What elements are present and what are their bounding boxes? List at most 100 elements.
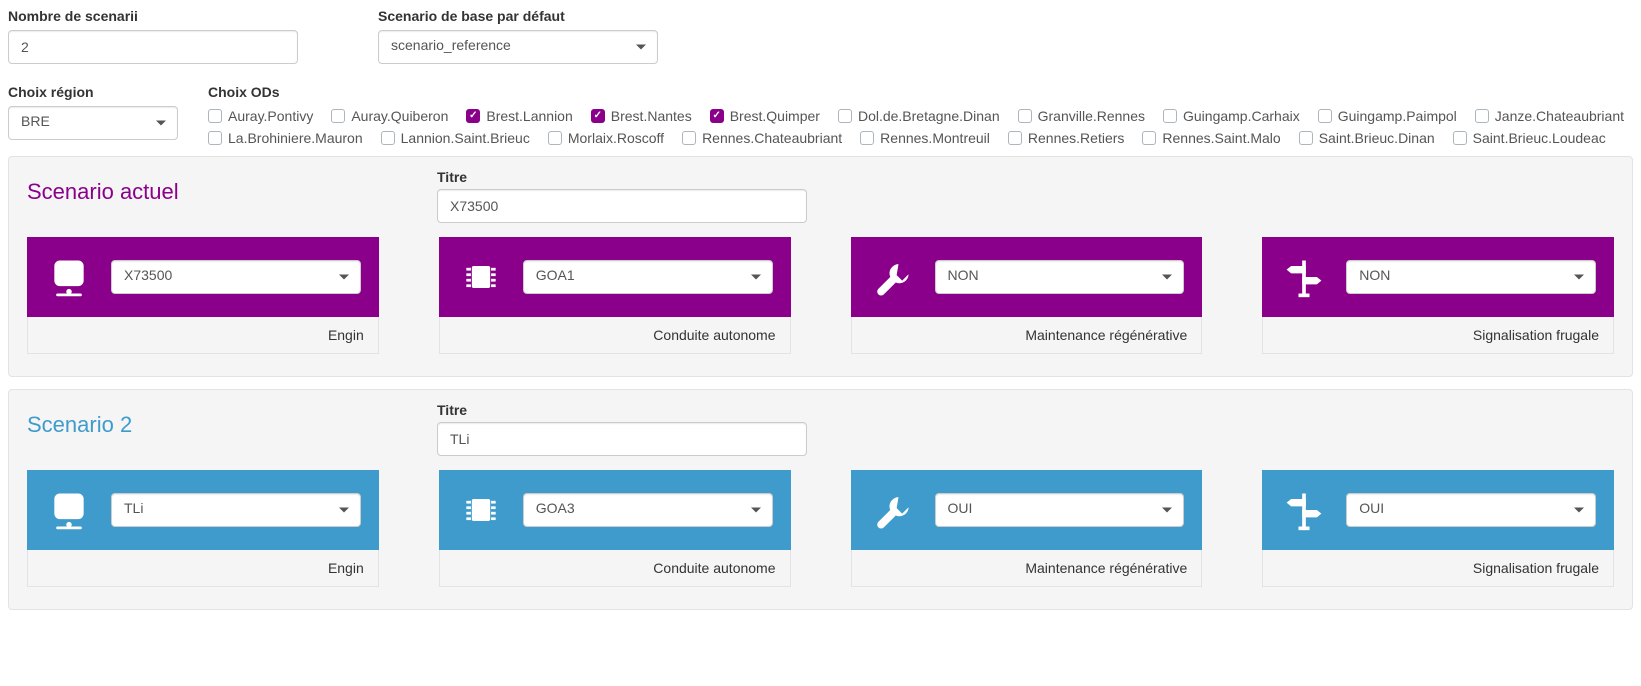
card-select[interactable]: TLi (111, 493, 361, 527)
checkbox-icon (682, 131, 696, 145)
scenario-card: GOA3 Conduite autonome (439, 470, 791, 587)
region-value: BRE (8, 106, 178, 140)
card-select[interactable]: NON (1346, 260, 1596, 294)
card-header: NON (851, 237, 1203, 317)
od-checkbox-item[interactable]: La.Brohiniere.Mauron (208, 130, 363, 146)
signpost-icon (1280, 253, 1328, 301)
scenario-card: OUIMaintenance régénérative (851, 470, 1203, 587)
nombre-scenarii-group: Nombre de scenarii (8, 8, 298, 64)
od-checkbox-item[interactable]: Rennes.Chateaubriant (682, 130, 842, 146)
checkbox-icon (860, 131, 874, 145)
checkbox-icon (208, 109, 222, 123)
checkbox-icon (1018, 109, 1032, 123)
card-footer: Conduite autonome (439, 550, 791, 587)
nombre-scenarii-input[interactable] (8, 30, 298, 64)
card-footer: Signalisation frugale (1262, 550, 1614, 587)
od-label: Brest.Quimper (730, 108, 820, 124)
card-header: OUI (851, 470, 1203, 550)
chip-icon (457, 253, 505, 301)
od-label: Guingamp.Carhaix (1183, 108, 1300, 124)
card-select-value: NON (1346, 260, 1596, 294)
card-select-value: OUI (935, 493, 1185, 527)
card-header: GOA1 (439, 237, 791, 317)
od-checkbox-item[interactable]: Lannion.Saint.Brieuc (381, 130, 530, 146)
od-checkbox-item[interactable]: Rennes.Retiers (1008, 130, 1125, 146)
od-checkbox-item[interactable]: Dol.de.Bretagne.Dinan (838, 108, 1000, 124)
od-checkbox-item[interactable]: Rennes.Saint.Malo (1142, 130, 1280, 146)
card-select-value: TLi (111, 493, 361, 527)
od-checkbox-item[interactable]: Morlaix.Roscoff (548, 130, 664, 146)
titre-input[interactable] (437, 422, 807, 456)
card-select[interactable]: NON (935, 260, 1185, 294)
card-select[interactable]: OUI (1346, 493, 1596, 527)
default-scenario-value: scenario_reference (378, 30, 658, 64)
checkbox-icon (1475, 109, 1489, 123)
checkbox-icon (1008, 131, 1022, 145)
scenario-card: NON Signalisation frugale (1262, 237, 1614, 354)
od-label: Auray.Pontivy (228, 108, 313, 124)
card-select-value: GOA1 (523, 260, 773, 294)
nombre-scenarii-label: Nombre de scenarii (8, 8, 298, 24)
chip-icon (457, 486, 505, 534)
card-footer: Signalisation frugale (1262, 317, 1614, 354)
checkbox-icon (1163, 109, 1177, 123)
card-select[interactable]: OUI (935, 493, 1185, 527)
card-select[interactable]: GOA1 (523, 260, 773, 294)
region-select[interactable]: BRE (8, 106, 178, 140)
card-select-value: X73500 (111, 260, 361, 294)
card-select[interactable]: X73500 (111, 260, 361, 294)
scenario-card: X73500 Engin (27, 237, 379, 354)
signpost-icon (1280, 486, 1328, 534)
checkbox-icon (208, 131, 222, 145)
od-label: Janze.Chateaubriant (1495, 108, 1624, 124)
scenario-card: NON Maintenance régénérative (851, 237, 1203, 354)
od-label: Rennes.Saint.Malo (1162, 130, 1280, 146)
od-label: Lannion.Saint.Brieuc (401, 130, 530, 146)
card-select-value: OUI (1346, 493, 1596, 527)
checkbox-icon (1299, 131, 1313, 145)
checkbox-icon (838, 109, 852, 123)
od-checkbox-item[interactable]: Saint.Brieuc.Dinan (1299, 130, 1435, 146)
od-checkbox-item[interactable]: Auray.Pontivy (208, 108, 313, 124)
od-checkbox-item[interactable]: Granville.Rennes (1018, 108, 1145, 124)
ods-group: Choix ODs Auray.PontivyAuray.QuiberonBre… (208, 84, 1633, 146)
checkbox-icon (1142, 131, 1156, 145)
od-checkbox-item[interactable]: Guingamp.Carhaix (1163, 108, 1300, 124)
titre-label: Titre (437, 402, 807, 418)
checkbox-icon (1318, 109, 1332, 123)
od-label: Rennes.Chateaubriant (702, 130, 842, 146)
od-checkbox-item[interactable]: Brest.Quimper (710, 108, 820, 124)
od-label: Morlaix.Roscoff (568, 130, 664, 146)
od-checkbox-item[interactable]: Guingamp.Paimpol (1318, 108, 1457, 124)
od-label: La.Brohiniere.Mauron (228, 130, 363, 146)
od-label: Saint.Brieuc.Dinan (1319, 130, 1435, 146)
wrench-icon (869, 486, 917, 534)
od-checkbox-item[interactable]: Auray.Quiberon (331, 108, 448, 124)
scenario-card: GOA1 Conduite autonome (439, 237, 791, 354)
od-checkbox-item[interactable]: Brest.Nantes (591, 108, 692, 124)
scenario-panel: Scenario actuelTitreX73500EnginGOA1Condu… (8, 156, 1633, 377)
scenario-panel: Scenario 2TitreTLiEnginGOA3Conduite auto… (8, 389, 1633, 610)
titre-input[interactable] (437, 189, 807, 223)
od-checkbox-item[interactable]: Saint.Brieuc.Loudeac (1453, 130, 1606, 146)
train-icon (45, 486, 93, 534)
default-scenario-select[interactable]: scenario_reference (378, 30, 658, 64)
cards-row: TLiEnginGOA3Conduite autonomeOUIMaintena… (27, 470, 1614, 587)
card-header: GOA3 (439, 470, 791, 550)
checkbox-icon (591, 109, 605, 123)
od-checkbox-item[interactable]: Janze.Chateaubriant (1475, 108, 1624, 124)
od-label: Guingamp.Paimpol (1338, 108, 1457, 124)
card-select-value: NON (935, 260, 1185, 294)
card-footer: Conduite autonome (439, 317, 791, 354)
titre-label: Titre (437, 169, 807, 185)
cards-row: X73500 Engin GOA1 Conduite autonome NON Maint… (27, 237, 1614, 354)
card-footer: Maintenance régénérative (851, 317, 1203, 354)
od-checkbox-item[interactable]: Rennes.Montreuil (860, 130, 990, 146)
card-select[interactable]: GOA3 (523, 493, 773, 527)
ods-list: Auray.Pontivy Auray.Quiberon Brest.Lannion… (208, 106, 1633, 146)
checkbox-icon (466, 109, 480, 123)
card-footer: Engin (27, 317, 379, 354)
default-scenario-group: Scenario de base par défaut scenario_ref… (378, 8, 658, 64)
od-checkbox-item[interactable]: Brest.Lannion (466, 108, 572, 124)
train-icon (45, 253, 93, 301)
